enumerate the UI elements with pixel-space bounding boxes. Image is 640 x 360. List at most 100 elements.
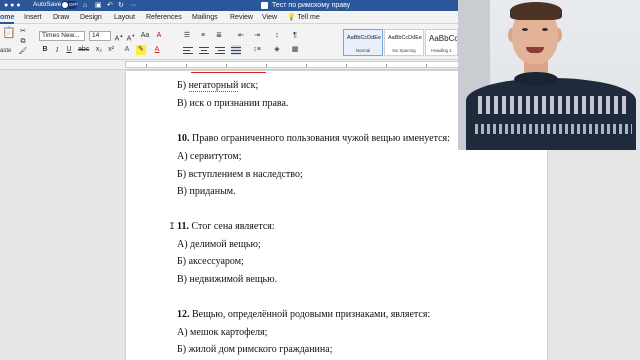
answer-line: В) иск о признании права. (177, 98, 289, 109)
presenter-eye (522, 28, 528, 31)
misspelled-word[interactable]: негаторный (188, 80, 239, 92)
tab-insert[interactable]: Insert (24, 11, 42, 24)
window-controls[interactable]: ● ● ● (4, 0, 21, 11)
answer-line: Б) вступлением в наследство; (177, 169, 303, 180)
tab-home[interactable]: ome (0, 11, 15, 24)
tab-review[interactable]: Review (230, 11, 253, 24)
borders-icon[interactable]: ▦ (290, 45, 300, 55)
shrink-font-icon[interactable]: A▼ (126, 31, 136, 42)
align-right-icon[interactable] (215, 45, 225, 55)
answer-line: Б) аксессуаром; (177, 256, 244, 267)
question-line: 11. Стог сена является: (177, 221, 275, 232)
font-size-field[interactable]: 14 (89, 31, 111, 41)
bold-icon[interactable]: B (40, 45, 50, 55)
presenter-hair (510, 2, 562, 20)
multilevel-list-icon[interactable]: ≣ (214, 31, 224, 41)
style-sample: AaBbCc (429, 34, 458, 43)
paste-label[interactable]: aste (0, 46, 11, 56)
change-case-icon[interactable]: Aa (140, 31, 150, 41)
answer-line: А) сервитутом; (177, 151, 242, 162)
more-icon[interactable]: ··· (130, 0, 137, 11)
style-sample: AaBbCcDdEe (347, 35, 381, 41)
copy-icon[interactable]: ⧉ (18, 37, 28, 47)
answer-line: Б) негаторный иск; (177, 80, 259, 92)
autosave-state: OFF (69, 2, 78, 7)
question-text: Право ограниченного пользования чужой ве… (189, 133, 450, 144)
ruler-tick (386, 64, 387, 67)
justify-icon[interactable] (231, 45, 241, 55)
question-number: 10. (177, 133, 190, 144)
ruler-tick (186, 64, 187, 67)
grow-font-icon[interactable]: A▲ (114, 31, 124, 42)
align-center-icon[interactable] (199, 45, 209, 55)
format-painter-icon[interactable]: 🖌 (18, 47, 28, 57)
clear-formatting-icon[interactable]: A (154, 31, 164, 41)
increase-indent-icon[interactable]: ⇥ (252, 31, 262, 41)
presenter-sweater (466, 78, 636, 150)
presenter-eye (542, 28, 548, 31)
tab-view[interactable]: View (262, 11, 277, 24)
style-sample: AaBbCcDdEe (388, 35, 422, 41)
tab-draw[interactable]: Draw (53, 11, 69, 24)
paste-icon[interactable]: 📋 (2, 28, 16, 39)
webcam-overlay (458, 0, 640, 150)
answer-line: В) недвижимой вещью. (177, 274, 278, 285)
question-line: 10. Право ограниченного пользования чужо… (177, 133, 450, 144)
autosave-toggle[interactable]: OFF (61, 1, 78, 9)
underline-icon[interactable]: U (64, 45, 74, 55)
revision-mark (191, 72, 266, 73)
answer-line: В) приданым. (177, 186, 236, 197)
undo-icon[interactable]: ↶ (107, 0, 113, 11)
style-normal[interactable]: AaBbCcDdEe Normal (343, 29, 383, 56)
superscript-icon[interactable]: x² (106, 45, 116, 55)
sweater-collar (514, 72, 558, 86)
subscript-icon[interactable]: x₂ (94, 45, 104, 55)
line-spacing-icon[interactable]: ↕≡ (252, 45, 262, 55)
sweater-pattern (478, 96, 628, 114)
tab-mailings[interactable]: Mailings (192, 11, 218, 24)
style-heading-1[interactable]: AaBbCc Heading 1 (425, 29, 458, 56)
answer-text: иск; (238, 80, 259, 91)
tab-references[interactable]: References (146, 11, 182, 24)
decrease-indent-icon[interactable]: ⇤ (236, 31, 246, 41)
align-left-icon[interactable] (183, 45, 193, 55)
numbering-icon[interactable]: ≡ (198, 31, 208, 41)
ruler-tick (306, 64, 307, 67)
document-icon (261, 2, 268, 9)
autosave-label: AutoSave (33, 1, 62, 8)
question-line: 12. Вещью, определённой родовыми признак… (177, 309, 430, 320)
ruler-tick (146, 64, 147, 67)
style-no-spacing[interactable]: AaBbCcDdEe No Spacing (384, 29, 424, 56)
answer-line: Б) жилой дом римского гражданина; (177, 344, 333, 355)
cut-icon[interactable]: ✂ (18, 27, 28, 37)
question-number: 12. (177, 309, 190, 320)
tell-me-label: Tell me (297, 14, 320, 21)
answer-line: А) делимой вещью; (177, 239, 261, 250)
sort-icon[interactable]: ↕ (272, 31, 282, 41)
highlight-icon[interactable]: ✎ (136, 45, 146, 55)
save-icon[interactable]: ▣ (95, 0, 102, 11)
italic-icon[interactable]: I (52, 45, 62, 55)
lightbulb-icon: 💡 (287, 14, 296, 21)
question-text: Вещью, определённой родовыми признаками,… (189, 309, 431, 320)
strikethrough-icon[interactable]: abc (78, 45, 89, 55)
tell-me-search[interactable]: 💡 Tell me (287, 11, 320, 24)
font-color-icon[interactable]: A (152, 45, 162, 55)
question-text: Стог сена является: (188, 221, 275, 232)
font-name-field[interactable]: Times New... (39, 31, 85, 41)
sweater-pattern (472, 124, 632, 134)
text-effects-icon[interactable]: A (122, 45, 132, 55)
redo-icon[interactable]: ↻ (118, 0, 124, 11)
ruler-tick (266, 64, 267, 67)
style-name: No Spacing (392, 48, 416, 53)
answer-line: А) мешок картофеля; (177, 327, 268, 338)
ruler-tick (346, 64, 347, 67)
bullets-icon[interactable]: ☰ (182, 31, 192, 41)
tab-design[interactable]: Design (80, 11, 102, 24)
tab-layout[interactable]: Layout (114, 11, 135, 24)
shading-icon[interactable]: ◈ (272, 45, 282, 55)
ruler-tick (226, 64, 227, 67)
show-marks-icon[interactable]: ¶ (290, 31, 300, 41)
home-icon[interactable]: ⌂ (83, 0, 87, 11)
text-cursor-icon: I (169, 222, 176, 233)
